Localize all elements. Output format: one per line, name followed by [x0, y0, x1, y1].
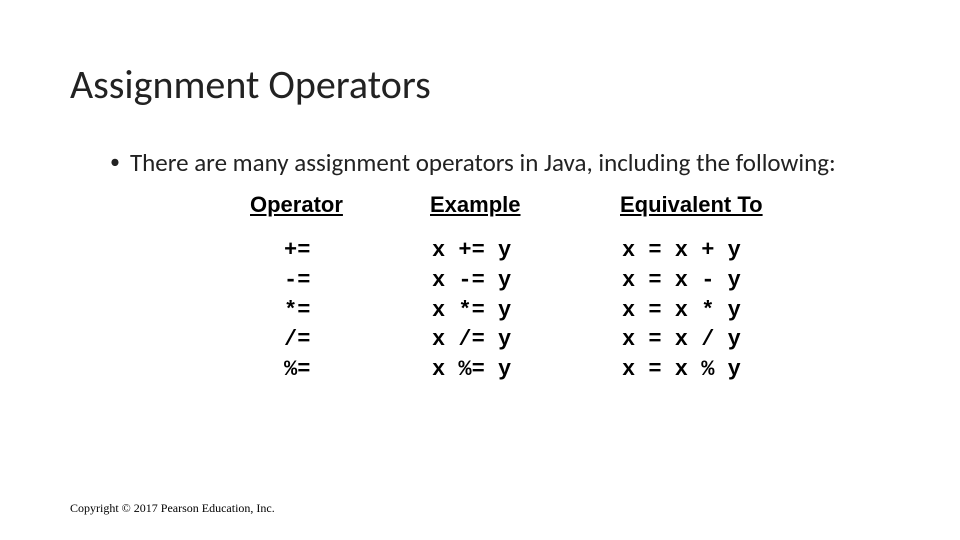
- cell-equivalent: x = x / y: [620, 325, 840, 355]
- cell-operator: -=: [250, 266, 430, 296]
- slide-title: Assignment Operators: [70, 60, 890, 109]
- bullet-marker-icon: •: [110, 147, 120, 177]
- table-row: -= x -= y x = x - y: [250, 266, 890, 296]
- header-operator: Operator: [250, 192, 430, 218]
- cell-operator: %=: [250, 355, 430, 385]
- table-row: %= x %= y x = x % y: [250, 355, 890, 385]
- operator-table: Operator Example Equivalent To += x += y…: [250, 192, 890, 384]
- cell-example: x += y: [430, 236, 620, 266]
- header-equivalent: Equivalent To: [620, 192, 840, 218]
- cell-example: x /= y: [430, 325, 620, 355]
- bullet-item: • There are many assignment operators in…: [110, 147, 890, 178]
- cell-operator: *=: [250, 296, 430, 326]
- cell-operator: /=: [250, 325, 430, 355]
- table-row: *= x *= y x = x * y: [250, 296, 890, 326]
- table-header-row: Operator Example Equivalent To: [250, 192, 890, 218]
- cell-example: x -= y: [430, 266, 620, 296]
- cell-example: x %= y: [430, 355, 620, 385]
- cell-equivalent: x = x * y: [620, 296, 840, 326]
- table-row: += x += y x = x + y: [250, 236, 890, 266]
- cell-operator: +=: [250, 236, 430, 266]
- cell-equivalent: x = x % y: [620, 355, 840, 385]
- cell-equivalent: x = x + y: [620, 236, 840, 266]
- cell-example: x *= y: [430, 296, 620, 326]
- copyright-text: Copyright © 2017 Pearson Education, Inc.: [70, 501, 275, 516]
- slide-container: Assignment Operators • There are many as…: [0, 0, 960, 385]
- header-example: Example: [430, 192, 620, 218]
- table-row: /= x /= y x = x / y: [250, 325, 890, 355]
- cell-equivalent: x = x - y: [620, 266, 840, 296]
- bullet-text: There are many assignment operators in J…: [130, 147, 836, 178]
